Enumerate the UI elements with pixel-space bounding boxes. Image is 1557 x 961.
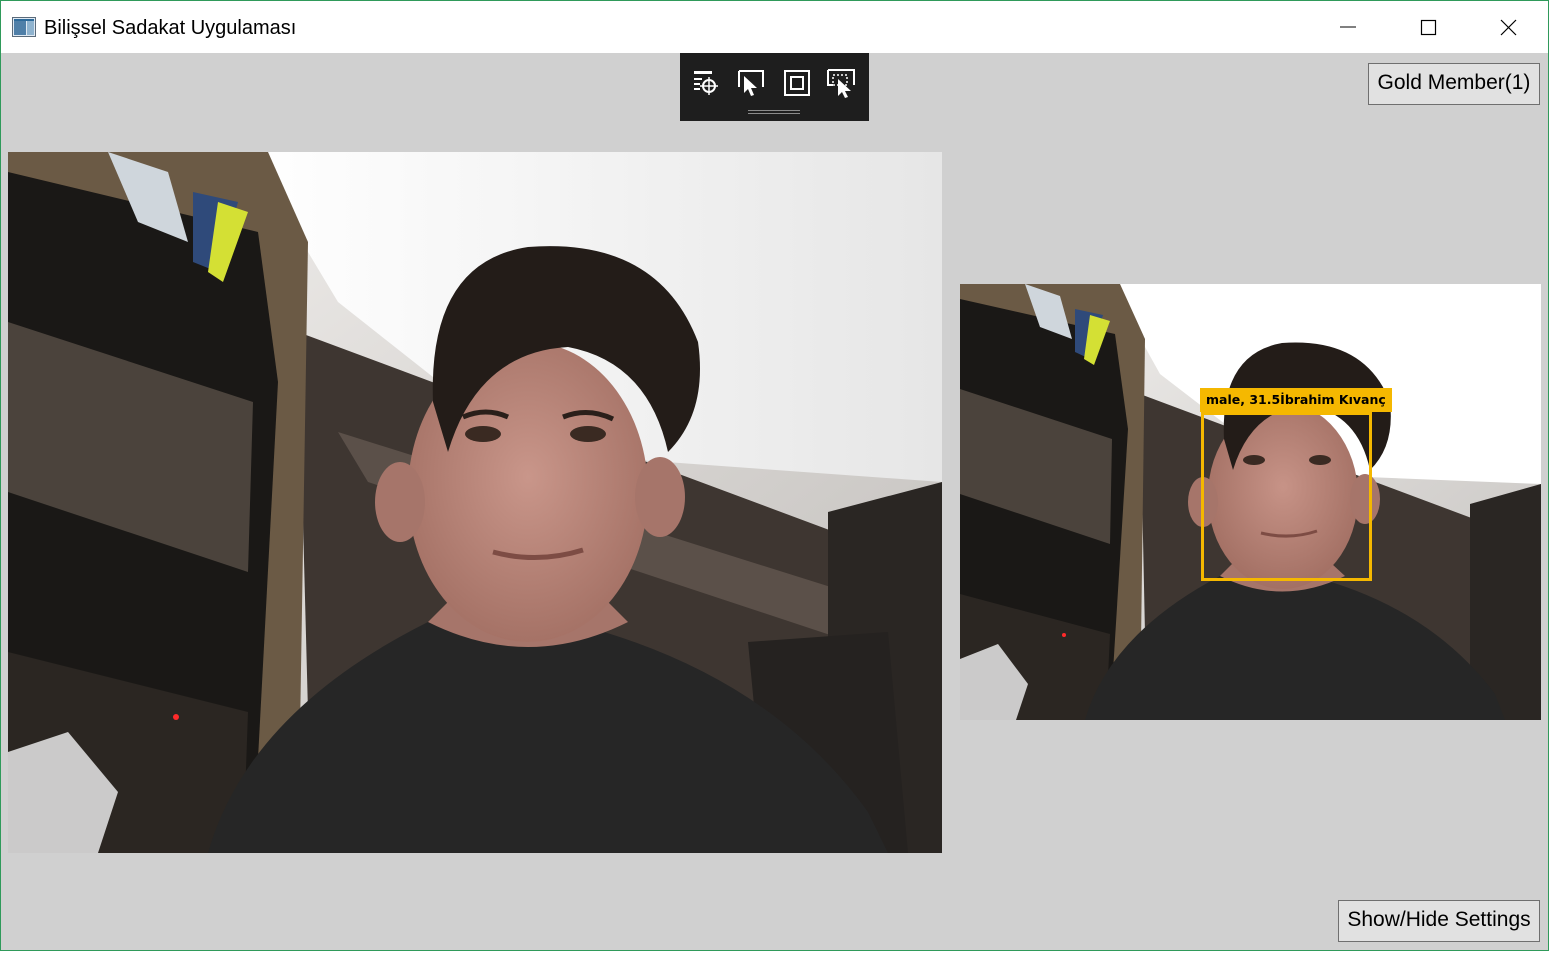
- display-layout-adorners-icon: [784, 70, 810, 96]
- maximize-icon: [1420, 19, 1437, 36]
- toolbar-drag-grip[interactable]: [748, 109, 800, 115]
- window-title: Bilişsel Sadakat Uygulaması: [44, 17, 297, 39]
- gold-member-button[interactable]: Gold Member(1): [1368, 63, 1540, 105]
- show-hide-settings-button[interactable]: Show/Hide Settings: [1338, 900, 1540, 942]
- xaml-debug-toolbar: [680, 53, 869, 121]
- close-icon: [1500, 19, 1517, 36]
- select-element-icon: [738, 70, 764, 96]
- live-camera-feed: [8, 152, 942, 853]
- analyzed-frame: male, 31.5İbrahim Kıvanç: [960, 284, 1541, 720]
- display-layout-adorners-button[interactable]: [781, 67, 813, 99]
- minimize-icon: [1340, 26, 1356, 28]
- app-window: Bilişsel Sadakat Uygulaması Gold Member(…: [0, 0, 1549, 951]
- title-bar[interactable]: Bilişsel Sadakat Uygulaması: [1, 1, 1548, 53]
- face-detection-label: male, 31.5İbrahim Kıvanç: [1200, 388, 1392, 412]
- app-icon: [12, 17, 36, 37]
- live-visual-tree-icon: [694, 71, 718, 95]
- face-bounding-box: [1201, 412, 1372, 581]
- track-focused-element-icon: [827, 69, 855, 98]
- maximize-button[interactable]: [1388, 1, 1468, 53]
- select-element-button[interactable]: [735, 67, 767, 99]
- close-button[interactable]: [1468, 1, 1548, 53]
- minimize-button[interactable]: [1308, 1, 1388, 53]
- track-focused-element-button[interactable]: [825, 67, 857, 99]
- live-visual-tree-button[interactable]: [691, 67, 723, 99]
